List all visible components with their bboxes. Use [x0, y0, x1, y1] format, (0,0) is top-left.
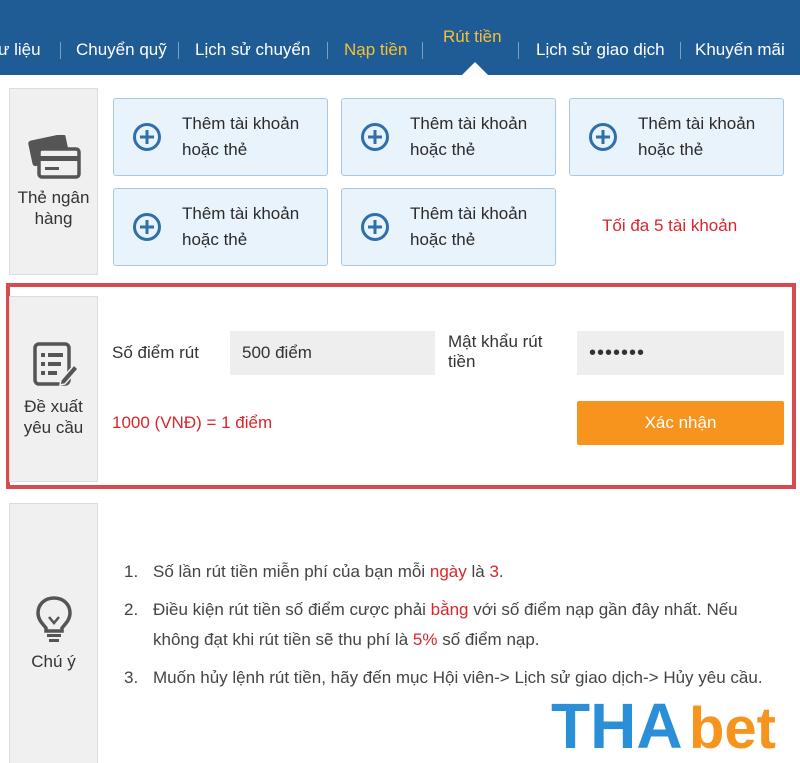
nav-separator [422, 42, 423, 59]
request-section-label: Đề xuất yêu cầu [9, 296, 98, 482]
add-card-line1: Thêm tài khoản [638, 114, 756, 133]
note-highlight: ngày [429, 562, 467, 581]
add-card-line2: hoặc thẻ [410, 230, 476, 249]
notes-section-title: Chú ý [31, 652, 76, 671]
add-account-card-4[interactable]: Thêm tài khoản hoặc thẻ [113, 188, 328, 266]
note-item-2: 2. Điều kiện rút tiền số điểm cược phải … [124, 595, 784, 655]
note-text: là [466, 562, 490, 581]
password-label: Mật khẩu rút tiền [448, 332, 543, 371]
note-number: 1. [124, 562, 139, 581]
note-number: 3. [124, 668, 139, 687]
note-text: Điều kiện rút tiền số điểm cược phải [153, 600, 431, 619]
nav-separator [327, 42, 328, 59]
nav-item-lich-su-giao-dich[interactable]: Lịch sử giao dịch [536, 40, 665, 60]
bank-section-label: Thẻ ngân hàng [9, 88, 98, 275]
add-account-card-2[interactable]: Thêm tài khoản hoặc thẻ [341, 98, 556, 176]
points-label: Số điểm rút [112, 343, 199, 362]
add-account-card-3[interactable]: Thêm tài khoản hoặc thẻ [569, 98, 784, 176]
logo-text-bet: bet [689, 696, 776, 756]
thabet-logo: THA bet [551, 694, 777, 756]
nav-separator [60, 42, 61, 59]
plus-circle-icon [133, 123, 161, 151]
add-card-line2: hoặc thẻ [182, 230, 248, 249]
points-input[interactable]: 500 điểm [230, 331, 435, 375]
bank-card-icon [27, 134, 81, 179]
note-text: Muốn hủy lệnh rút tiền, hãy đến mục Hội … [153, 668, 763, 687]
add-card-line1: Thêm tài khoản [182, 114, 300, 133]
password-input[interactable]: ••••••• [577, 331, 784, 375]
add-card-line2: hoặc thẻ [182, 140, 248, 159]
notes-list: 1. Số lần rút tiền miễn phí của bạn mỗi … [124, 557, 784, 693]
add-card-line2: hoặc thẻ [638, 140, 704, 159]
top-nav: ư liệu Chuyển quỹ Lịch sử chuyển Nạp tiề… [0, 0, 800, 75]
request-highlight-box [6, 283, 796, 489]
note-highlight: bằng [430, 600, 469, 619]
bank-section-title: Thẻ ngân hàng [17, 187, 90, 228]
plus-circle-icon [133, 213, 161, 241]
plus-circle-icon [361, 123, 389, 151]
add-account-card-5[interactable]: Thêm tài khoản hoặc thẻ [341, 188, 556, 266]
plus-circle-icon [589, 123, 617, 151]
note-text: số điểm nạp. [437, 630, 540, 649]
nav-item-rut-tien[interactable]: Rút tiền [443, 27, 502, 47]
nav-item-lich-su-chuyen[interactable]: Lịch sử chuyển [195, 40, 310, 60]
active-tab-caret [462, 62, 488, 75]
note-text: . [498, 562, 504, 581]
nav-separator [680, 42, 681, 59]
nav-item-tai-lieu[interactable]: ư liệu [0, 40, 41, 60]
note-highlight: 3 [489, 562, 499, 581]
nav-item-chuyen-quy[interactable]: Chuyển quỹ [76, 40, 167, 60]
notes-section-label: Chú ý [9, 503, 98, 763]
request-section-title: Đề xuất yêu cầu [23, 397, 84, 437]
note-text: Số lần rút tiền miễn phí của bạn mỗi [153, 562, 430, 581]
exchange-rate-text: 1000 (VNĐ) = 1 điểm [112, 413, 273, 432]
form-edit-icon [32, 342, 79, 386]
nav-separator [178, 42, 179, 59]
add-card-line2: hoặc thẻ [410, 140, 476, 159]
account-limit-note: Tối đa 5 tài khoản [602, 216, 738, 235]
confirm-button[interactable]: Xác nhận [577, 401, 784, 445]
nav-item-khuyen-mai[interactable]: Khuyến mãi [695, 40, 785, 60]
logo-text-tha: THA [551, 694, 683, 756]
note-item-1: 1. Số lần rút tiền miễn phí của bạn mỗi … [124, 557, 784, 587]
nav-item-nap-tien[interactable]: Nạp tiền [344, 40, 407, 60]
note-highlight: 5% [412, 630, 438, 649]
nav-separator [518, 42, 519, 59]
lightbulb-icon [35, 596, 72, 642]
note-item-3: 3. Muốn hủy lệnh rút tiền, hãy đến mục H… [124, 663, 784, 693]
note-number: 2. [124, 600, 139, 619]
add-card-line1: Thêm tài khoản [410, 204, 528, 223]
plus-circle-icon [361, 213, 389, 241]
add-card-line1: Thêm tài khoản [410, 114, 528, 133]
add-account-card-1[interactable]: Thêm tài khoản hoặc thẻ [113, 98, 328, 176]
add-card-line1: Thêm tài khoản [182, 204, 300, 223]
